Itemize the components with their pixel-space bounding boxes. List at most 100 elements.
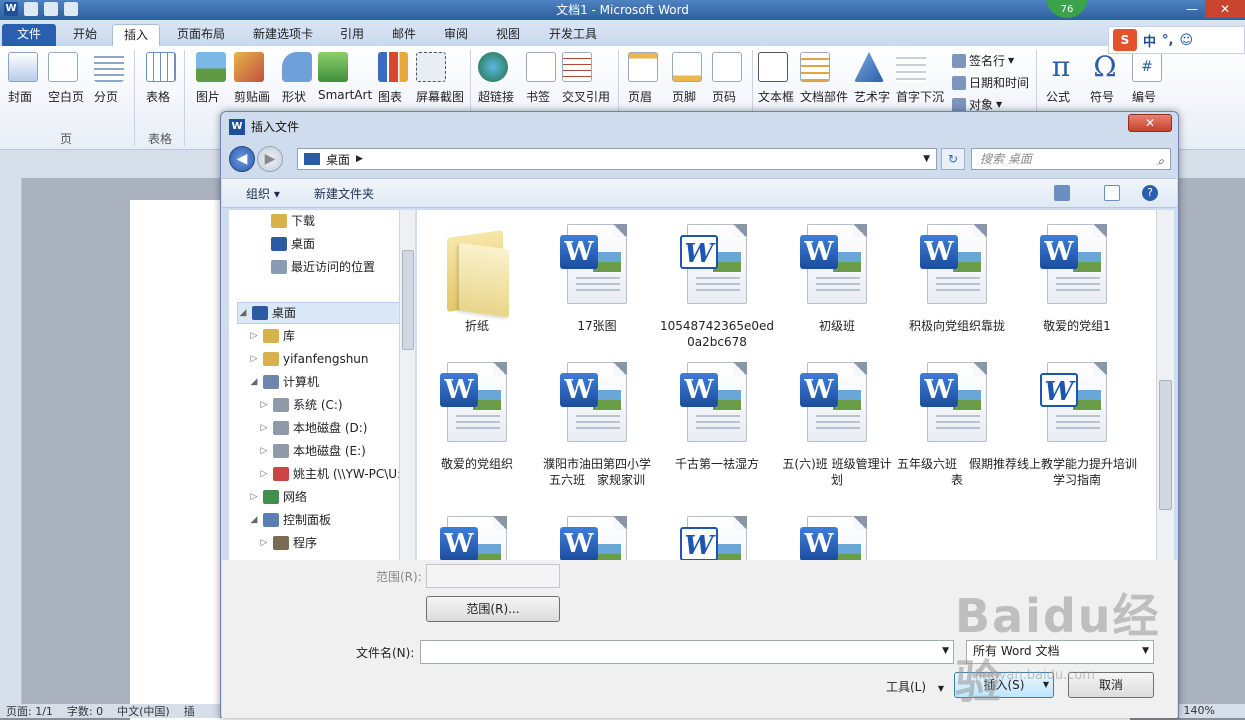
screenshot-button[interactable]: 屏幕截图 [416,52,464,104]
bookmark-button[interactable]: 书签 [526,52,556,104]
tab-review[interactable]: 审阅 [434,24,478,46]
tab-mailings[interactable]: 邮件 [382,24,426,46]
nav-item[interactable]: 最近访问的位置 [257,256,375,278]
chevron-down-icon[interactable]: ▼ [942,641,949,661]
file-item[interactable]: W [417,514,537,560]
preview-pane-icon[interactable] [1104,185,1120,201]
expand-arrow-icon[interactable]: ▷ [249,486,259,508]
nav-item[interactable]: ◢ 计算机 [249,371,319,393]
nav-item[interactable]: 下载 [257,210,315,232]
page-number-button[interactable]: 页码 [712,52,742,104]
numbering-button[interactable]: # 编号 [1132,52,1162,104]
file-item[interactable]: W 敬爱的党组1 [1017,222,1137,334]
wordart-button[interactable]: 艺术字 [854,52,890,104]
tools-button[interactable]: 工具(L) ▼ [886,678,944,695]
view-icon[interactable] [1054,185,1070,201]
back-button[interactable]: ◀ [229,146,255,172]
search-input[interactable]: 搜索 桌面 ⌕ [971,148,1171,170]
file-item[interactable]: W 五(六)班 班级管理计划 [777,360,897,488]
clipart-button[interactable]: 剪贴画 [234,52,270,104]
help-icon[interactable]: ? [1142,185,1158,201]
nav-item[interactable]: ▷ 系统 (C:) [259,394,343,416]
picture-button[interactable]: 图片 [196,52,226,104]
new-folder-button[interactable]: 新建文件夹 [314,185,374,202]
scroll-thumb[interactable] [1159,380,1172,510]
refresh-button[interactable]: ↻ [941,148,965,170]
shapes-button[interactable]: 形状 [282,52,312,104]
file-scrollbar[interactable] [1156,210,1174,560]
nav-item[interactable]: ◢ 控制面板 [249,509,331,531]
forward-button[interactable]: ▶ [257,146,283,172]
nav-item[interactable]: ▷ 姚主机 (\\YW-PC\U: [259,463,401,485]
cover-button[interactable]: 封面 [8,52,38,104]
blank-page-button[interactable]: 空白页 [48,52,84,104]
sogou-logo-icon[interactable]: S [1113,29,1137,51]
file-item[interactable]: W 千古第一祛湿方 [657,360,777,472]
hyperlink-button[interactable]: 超链接 [478,52,514,104]
symbol-button[interactable]: Ω 符号 [1090,52,1120,105]
range-input[interactable] [426,564,560,588]
filename-field[interactable]: ▼ [420,640,954,664]
ime-mode[interactable]: 中 [1143,31,1156,50]
datetime-button[interactable]: 日期和时间 [952,74,1029,91]
file-item[interactable]: W [777,514,897,560]
tab-insert[interactable]: 插入 [112,24,160,46]
table-button[interactable]: 表格 [146,52,176,104]
file-item[interactable]: W [537,514,657,560]
minimize-button[interactable]: — [1179,0,1205,18]
ime-face-icon[interactable]: ☺ [1179,33,1193,48]
smartart-button[interactable]: SmartArt [318,52,372,102]
tab-page-layout[interactable]: 页面布局 [168,24,234,46]
expand-arrow-icon[interactable]: ▷ [259,532,269,554]
dialog-close-button[interactable]: ✕ [1128,114,1172,132]
nav-item[interactable]: ▷ 本地磁盘 (E:) [259,440,366,462]
file-item[interactable]: W 17张图 [537,222,657,334]
tab-home[interactable]: 开始 [62,24,108,46]
nav-item[interactable]: ▷ 网络 [249,486,307,508]
page-count[interactable]: 页面: 1/1 [6,703,53,719]
expand-arrow-icon[interactable]: ◢ [249,371,259,393]
organize-button[interactable]: 组织 ▾ [246,185,280,202]
quick-parts-button[interactable]: 文档部件 [800,52,848,104]
word-count[interactable]: 字数: 0 [67,703,103,719]
insert-mode[interactable]: 插 [184,703,195,719]
footer-button[interactable]: 页脚 [672,52,702,104]
expand-arrow-icon[interactable]: ▷ [259,394,269,416]
close-button[interactable]: ✕ [1205,0,1245,18]
page-break-button[interactable]: 分页 [94,52,124,104]
expand-arrow-icon[interactable]: ▷ [259,417,269,439]
expand-arrow-icon[interactable]: ▷ [259,463,269,485]
tab-new[interactable]: 新建选项卡 [244,24,322,46]
file-item[interactable]: W 10548742365e0ed0a2bc678 [657,222,777,350]
chevron-down-icon[interactable]: ▼ [923,154,930,164]
file-item[interactable]: W [657,514,777,560]
expand-arrow-icon[interactable]: ◢ [249,509,259,531]
file-item[interactable]: W 初级班 [777,222,897,334]
tab-view[interactable]: 视图 [486,24,530,46]
cross-reference-button[interactable]: 交叉引用 [562,52,610,104]
tab-file[interactable]: 文件 [2,24,56,46]
expand-arrow-icon[interactable]: ◢ [238,302,248,324]
expand-arrow-icon[interactable]: ▷ [249,325,259,347]
header-button[interactable]: 页眉 [628,52,658,104]
ime-punct[interactable]: °, [1162,33,1173,48]
language[interactable]: 中文(中国) [117,703,170,719]
file-item[interactable]: W 五年级六班 假期推荐表 [897,360,1017,488]
nav-item[interactable]: ◢ 桌面 [237,302,407,324]
breadcrumb-arrow-icon[interactable]: ▶ [356,154,363,164]
nav-item[interactable]: 桌面 [257,233,315,255]
file-item[interactable]: W 线上教学能力提升培训学习指南 [1017,360,1137,488]
textbox-button[interactable]: 文本框 [758,52,794,104]
nav-item[interactable]: ▷ 库 [249,325,295,347]
expand-arrow-icon[interactable]: ▷ [249,348,259,370]
file-item[interactable]: W 濮阳市油田第四小学 五六班 家规家训 [537,360,663,488]
expand-arrow-icon[interactable]: ▷ [259,440,269,462]
file-item[interactable]: 折纸 [417,222,537,334]
scroll-thumb[interactable] [402,250,414,350]
drop-cap-button[interactable]: 首字下沉 [896,52,944,104]
address-bar[interactable]: 桌面 ▶ ▼ [297,148,937,170]
file-item[interactable]: W 敬爱的党组织 [417,360,537,472]
equation-button[interactable]: π 公式 [1046,52,1076,105]
nav-item[interactable]: ▷ 本地磁盘 (D:) [259,417,367,439]
nav-scrollbar[interactable] [399,210,415,560]
